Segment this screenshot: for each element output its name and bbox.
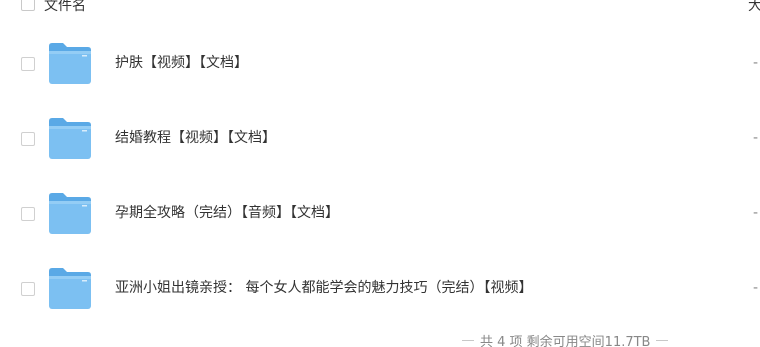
file-row[interactable]: 孕期全攻略（完结）【音频】【文档】 -: [0, 176, 760, 251]
file-name-link[interactable]: 孕期全攻略（完结）【音频】【文档】: [115, 204, 339, 222]
folder-icon[interactable]: [48, 267, 92, 310]
folder-icon[interactable]: [48, 192, 92, 235]
file-row[interactable]: 亚洲小姐出镜亲授： 每个女人都能学会的魅力技巧（完结）【视频】 -: [0, 251, 760, 326]
file-name-link[interactable]: 亚洲小姐出镜亲授： 每个女人都能学会的魅力技巧（完结）【视频】: [115, 279, 532, 297]
file-size: -: [753, 130, 759, 146]
file-list-view: 文件名 大 护肤【视频】【文档】 - 结婚教程【视频】【文档】 - 孕期全攻略（…: [0, 0, 760, 347]
select-all-checkbox[interactable]: [21, 0, 35, 11]
file-size: -: [753, 55, 759, 71]
column-header-size[interactable]: 大: [748, 0, 760, 14]
folder-icon[interactable]: [48, 117, 92, 160]
row-checkbox[interactable]: [21, 207, 35, 221]
list-footer: 共 4 项 剩余可用空间11.7TB: [462, 331, 669, 347]
file-row[interactable]: 护肤【视频】【文档】 -: [0, 26, 760, 101]
footer-divider-right: [656, 339, 669, 341]
row-checkbox[interactable]: [21, 57, 35, 71]
storage-summary: 共 4 项 剩余可用空间11.7TB: [480, 334, 651, 347]
file-row[interactable]: 结婚教程【视频】【文档】 -: [0, 101, 760, 176]
row-checkbox[interactable]: [21, 132, 35, 146]
file-size: -: [753, 280, 759, 296]
row-checkbox[interactable]: [21, 282, 35, 296]
footer-divider-left: [462, 339, 474, 341]
file-name-link[interactable]: 结婚教程【视频】【文档】: [115, 129, 276, 147]
file-name-link[interactable]: 护肤【视频】【文档】: [115, 54, 248, 72]
column-header-name[interactable]: 文件名: [44, 0, 86, 14]
folder-icon[interactable]: [48, 42, 92, 85]
file-size: -: [753, 205, 759, 221]
list-header: 文件名 大: [0, 0, 760, 14]
